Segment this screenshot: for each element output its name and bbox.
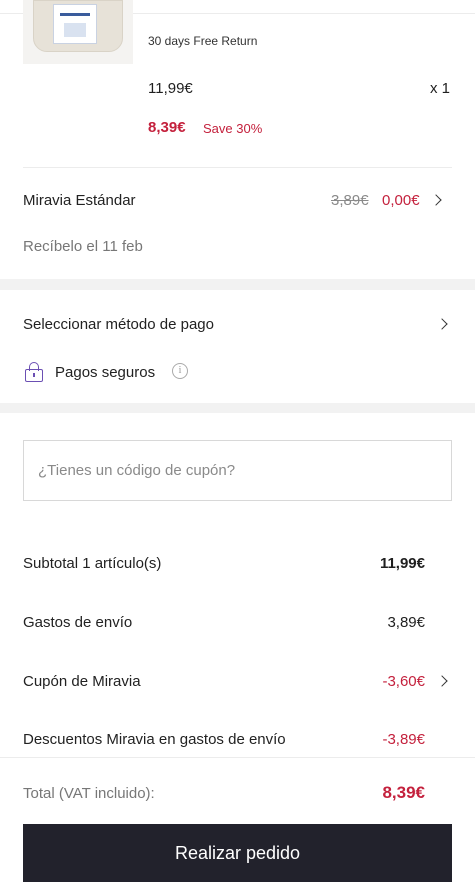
chevron-right-icon[interactable] [436, 318, 448, 330]
lock-body [25, 369, 43, 382]
lock-icon [25, 362, 43, 382]
secure-payments-label: Pagos seguros [55, 364, 156, 381]
chevron-right-icon[interactable] [436, 675, 448, 687]
chevron-right-icon[interactable] [430, 194, 442, 206]
coupon-discount-value: -3,60€ [382, 673, 425, 690]
product-quantity: x 1 [429, 80, 450, 97]
subtotal-label: Subtotal 1 artículo(s) [23, 555, 162, 572]
product-pack-shape [53, 4, 97, 44]
shipping-method-label: Miravia Estándar [23, 192, 136, 209]
payment-method-label: Seleccionar método de pago [23, 316, 214, 333]
shipping-cost-value: 3,89€ [387, 614, 425, 631]
section-gap [0, 403, 475, 413]
place-order-button[interactable]: Realizar pedido [23, 824, 452, 882]
product-promo-price: 8,39€ [148, 119, 186, 136]
product-save-label: Save 30% [203, 121, 263, 136]
info-icon[interactable]: i [172, 363, 188, 379]
shipping-new-price: 0,00€ [382, 192, 420, 209]
shipping-old-price: 3,89€ [331, 192, 369, 209]
shipping-cost-label: Gastos de envío [23, 614, 133, 631]
subtotal-value: 11,99€ [379, 555, 425, 572]
shipping-discount-label: Descuentos Miravia en gastos de envío [23, 731, 286, 748]
coupon-input[interactable] [23, 440, 452, 501]
total-value: 8,39€ [382, 783, 425, 802]
free-return-tag: 30 days Free Return [148, 34, 258, 48]
delivery-estimate: Recíbelo el 11 feb [23, 238, 143, 255]
product-divider [23, 167, 452, 168]
coupon-discount-label: Cupón de Miravia [23, 673, 141, 690]
total-label: Total (VAT incluido): [23, 785, 155, 802]
summary-divider [0, 757, 475, 758]
product-price: 11,99€ [148, 80, 193, 97]
shipping-discount-value: -3,89€ [382, 731, 425, 748]
product-image[interactable] [23, 0, 133, 64]
section-gap [0, 279, 475, 290]
